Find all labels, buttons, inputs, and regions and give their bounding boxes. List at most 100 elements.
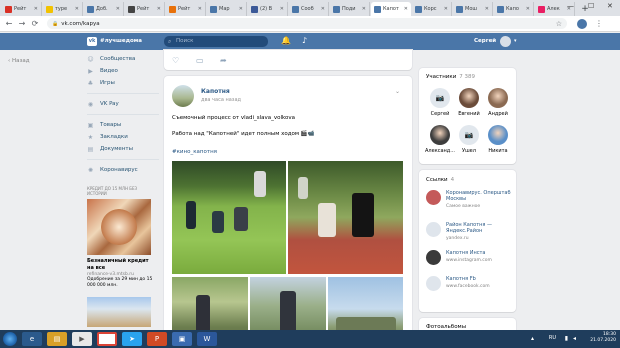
- volume-icon[interactable]: ◂: [573, 335, 576, 342]
- left-menu-item[interactable]: ◉ VK Pay: [87, 98, 159, 110]
- close-tab-icon[interactable]: ✕: [280, 6, 284, 12]
- browser-tab[interactable]: Капот ✕: [371, 2, 411, 16]
- left-menu: ☺ Сообщества ▶ Видео ♣ Игры ◉ VK Pay ▣ Товары ★ Зак…: [87, 53, 159, 176]
- post-photo-1[interactable]: [172, 161, 286, 274]
- post-hashtag[interactable]: #кино_капотня: [172, 149, 217, 155]
- bell-icon[interactable]: 🔔: [281, 36, 291, 45]
- close-tab-icon[interactable]: ✕: [198, 6, 202, 12]
- browser-tab[interactable]: Капо ✕: [494, 2, 534, 16]
- vk-logo-icon[interactable]: vk: [87, 37, 97, 46]
- reload-icon[interactable]: ⟳: [30, 19, 40, 28]
- links-title[interactable]: Ссылки 4: [426, 177, 454, 183]
- ad-image-2[interactable]: [87, 297, 151, 327]
- link-title[interactable]: Коронавирус. Оперштаб Москвы: [446, 190, 514, 202]
- browser-tab[interactable]: Рейт ✕: [166, 2, 206, 16]
- ie-icon[interactable]: e: [22, 332, 42, 346]
- tab-label: туре: [55, 6, 68, 12]
- close-tab-icon[interactable]: ✕: [321, 6, 325, 12]
- chrome-icon[interactable]: [97, 332, 117, 346]
- member-item[interactable]: Александ...: [425, 125, 455, 154]
- close-tab-icon[interactable]: ✕: [444, 6, 448, 12]
- browser-tab[interactable]: Корс ✕: [412, 2, 452, 16]
- powerpoint-icon[interactable]: P: [147, 332, 167, 346]
- left-menu-item[interactable]: ▤ Документы: [87, 143, 159, 155]
- post-photo-2[interactable]: [288, 161, 403, 274]
- left-menu-item[interactable]: ★ Закладки: [87, 131, 159, 143]
- app-window-icon[interactable]: ▣: [172, 332, 192, 346]
- browser-tab[interactable]: (2) В ✕: [248, 2, 288, 16]
- post-author[interactable]: Капотня: [201, 88, 230, 95]
- links-title-text: Ссылки: [426, 177, 448, 183]
- close-tab-icon[interactable]: ✕: [404, 6, 408, 12]
- close-tab-icon[interactable]: ✕: [485, 6, 489, 12]
- browser-tab[interactable]: туре ✕: [43, 2, 83, 16]
- browser-tab[interactable]: Рейт ✕: [2, 2, 42, 16]
- tab-favicon-icon: [456, 5, 463, 13]
- member-item[interactable]: Евгений: [454, 88, 484, 117]
- left-menu-item[interactable]: ✺ Коронавирус: [87, 164, 159, 176]
- close-tab-icon[interactable]: ✕: [157, 6, 161, 12]
- comment-icon[interactable]: ▭: [196, 56, 204, 65]
- close-tab-icon[interactable]: ✕: [34, 6, 38, 12]
- ad-image[interactable]: [87, 199, 151, 255]
- browser-menu-icon[interactable]: ⋮: [595, 19, 603, 28]
- vk-user-avatar[interactable]: [500, 36, 511, 47]
- language-indicator[interactable]: RU: [549, 335, 556, 341]
- browser-tab[interactable]: Мар ✕: [207, 2, 247, 16]
- members-title-text: Участники: [426, 74, 457, 80]
- link-title[interactable]: Район Капотня — Яндекс.Район: [446, 222, 514, 234]
- link-title[interactable]: Капотня Инста: [446, 250, 514, 256]
- media-player-icon[interactable]: ▶: [72, 332, 92, 346]
- vk-user-name[interactable]: Сергей: [474, 38, 496, 44]
- ad-block[interactable]: КРЕДИТ ДО 15 МЛН БЕЗ ИСТОРИИ Безналичный…: [87, 186, 155, 327]
- url-field[interactable]: 🔒 vk.com/kapya ☆: [47, 18, 567, 29]
- post-date[interactable]: два часа назад: [201, 97, 241, 103]
- windows-taskbar: e ▤ ▶ ➤ P ▣ W RU ▴ ▮ ◂ 18:30 21.07.2020: [0, 330, 620, 348]
- close-tab-icon[interactable]: ✕: [116, 6, 120, 12]
- close-tab-icon[interactable]: ✕: [362, 6, 366, 12]
- telegram-icon[interactable]: ➤: [122, 332, 142, 346]
- left-menu-item[interactable]: ▶ Видео: [87, 65, 159, 77]
- chevron-down-icon[interactable]: ▾: [514, 38, 517, 44]
- maximize-icon[interactable]: ☐: [588, 2, 594, 10]
- members-count: 7 389: [459, 74, 476, 80]
- member-item[interactable]: Андрей: [483, 88, 513, 117]
- start-button[interactable]: [3, 332, 17, 346]
- forward-arrow-icon[interactable]: →: [17, 19, 27, 28]
- minimize-icon[interactable]: —: [567, 2, 574, 10]
- close-tab-icon[interactable]: ✕: [526, 6, 530, 12]
- back-arrow-icon[interactable]: ←: [4, 19, 14, 28]
- left-menu-item[interactable]: ♣ Игры: [87, 77, 159, 89]
- member-item[interactable]: 📷 Сергей: [425, 88, 455, 117]
- close-window-icon[interactable]: ✕: [607, 2, 613, 10]
- network-icon[interactable]: ▮: [565, 335, 568, 342]
- bookmark-star-icon[interactable]: ☆: [556, 20, 562, 28]
- like-icon[interactable]: ♡: [172, 56, 179, 65]
- left-menu-item[interactable]: ▣ Товары: [87, 119, 159, 131]
- chevron-up-icon[interactable]: ▴: [531, 335, 534, 342]
- browser-tab[interactable]: Поди ✕: [330, 2, 370, 16]
- browser-tab[interactable]: Рейт ✕: [125, 2, 165, 16]
- member-item[interactable]: Никита: [483, 125, 513, 154]
- music-icon[interactable]: ♪: [302, 36, 307, 45]
- post-menu-icon[interactable]: ⌄: [395, 88, 400, 95]
- profile-avatar-icon[interactable]: [577, 18, 587, 29]
- close-tab-icon[interactable]: ✕: [239, 6, 243, 12]
- close-tab-icon[interactable]: ✕: [75, 6, 79, 12]
- browser-tab[interactable]: Мош ✕: [453, 2, 493, 16]
- back-nav-label: Назад: [11, 58, 30, 64]
- left-menu-item[interactable]: ☺ Сообщества: [87, 53, 159, 65]
- vk-search-input[interactable]: ⌕ Поиск: [164, 36, 268, 47]
- members-title[interactable]: Участники 7 389: [426, 74, 475, 80]
- back-nav[interactable]: ‹ Назад: [8, 58, 30, 64]
- share-icon[interactable]: ➦: [220, 56, 227, 65]
- post-author-avatar[interactable]: [172, 85, 194, 107]
- explorer-icon[interactable]: ▤: [47, 332, 67, 346]
- browser-tab[interactable]: Доб. ✕: [84, 2, 124, 16]
- word-icon[interactable]: W: [197, 332, 217, 346]
- ad-title[interactable]: Безналичный кредит на все: [87, 258, 155, 272]
- browser-tab[interactable]: Сооб ✕: [289, 2, 329, 16]
- link-title[interactable]: Капотня Fb: [446, 276, 514, 282]
- clock[interactable]: 18:30 21.07.2020: [590, 332, 616, 344]
- member-item[interactable]: 📷 Ушел: [454, 125, 484, 154]
